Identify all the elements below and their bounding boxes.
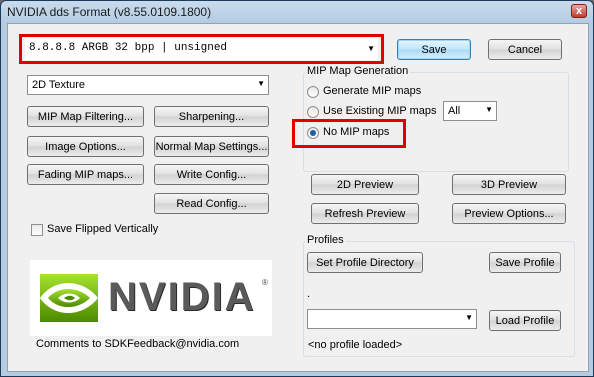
title-bar[interactable]: NVIDIA dds Format (v8.55.0109.1800) x [1, 1, 593, 23]
format-select[interactable]: 8.8.8.8 ARGB 32 bpp | unsigned ▼ [25, 38, 378, 60]
texture-type-value: 2D Texture [32, 79, 85, 91]
save-button[interactable]: Save [397, 39, 471, 60]
no-mip-maps-label: No MIP maps [323, 126, 390, 138]
set-profile-directory-button[interactable]: Set Profile Directory [307, 252, 423, 273]
texture-type-select[interactable]: 2D Texture ▼ [27, 75, 269, 95]
sharpening-button[interactable]: Sharpening... [154, 106, 269, 127]
profiles-label: Profiles [305, 234, 346, 246]
dialog-window: NVIDIA dds Format (v8.55.0109.1800) x 8.… [0, 0, 594, 377]
mip-levels-select[interactable]: All ▼ [443, 101, 497, 121]
no-mip-maps-radio[interactable] [307, 127, 319, 139]
chevron-down-icon: ▼ [257, 79, 265, 88]
chevron-down-icon: ▼ [465, 313, 473, 322]
chevron-down-icon: ▼ [485, 105, 493, 114]
fading-mip-maps-button[interactable]: Fading MIP maps... [27, 164, 144, 185]
preview-3d-button[interactable]: 3D Preview [452, 174, 566, 195]
image-options-button[interactable]: Image Options... [27, 136, 144, 157]
save-flipped-label: Save Flipped Vertically [47, 223, 159, 235]
save-flipped-checkbox[interactable] [31, 224, 43, 236]
mip-levels-value: All [448, 105, 461, 117]
chevron-down-icon: ▼ [367, 44, 375, 53]
close-button[interactable]: x [571, 4, 587, 18]
format-select-value: 8.8.8.8 ARGB 32 bpp | unsigned [29, 42, 228, 54]
cancel-button[interactable]: Cancel [488, 39, 562, 60]
window-title: NVIDIA dds Format (v8.55.0109.1800) [7, 5, 212, 19]
use-existing-mip-maps-label: Use Existing MIP maps [323, 105, 437, 117]
comments-text: Comments to SDKFeedback@nvidia.com [36, 338, 240, 350]
preview-2d-button[interactable]: 2D Preview [311, 174, 419, 195]
generate-mip-maps-label: Generate MIP maps [323, 85, 422, 97]
normal-map-settings-button[interactable]: Normal Map Settings... [154, 136, 269, 157]
mip-map-filtering-button[interactable]: MIP Map Filtering... [27, 106, 144, 127]
profile-status-text: <no profile loaded> [308, 339, 403, 351]
save-profile-button[interactable]: Save Profile [489, 252, 561, 273]
use-existing-mip-maps-radio[interactable] [307, 106, 319, 118]
nvidia-wordmark: NVIDIA [108, 275, 256, 319]
mip-generation-label: MIP Map Generation [305, 65, 411, 77]
generate-mip-maps-radio[interactable] [307, 86, 319, 98]
dialog-body: 8.8.8.8 ARGB 32 bpp | unsigned ▼ Save Ca… [7, 23, 589, 372]
nvidia-logo: NVIDIA ® [30, 260, 272, 336]
preview-options-button[interactable]: Preview Options... [452, 203, 566, 224]
refresh-preview-button[interactable]: Refresh Preview [311, 203, 419, 224]
profile-directory-text: . [307, 288, 311, 300]
profile-select[interactable]: ▼ [307, 309, 477, 329]
load-profile-button[interactable]: Load Profile [489, 310, 561, 331]
write-config-button[interactable]: Write Config... [154, 164, 269, 185]
read-config-button[interactable]: Read Config... [154, 193, 269, 214]
registered-mark: ® [262, 278, 268, 287]
